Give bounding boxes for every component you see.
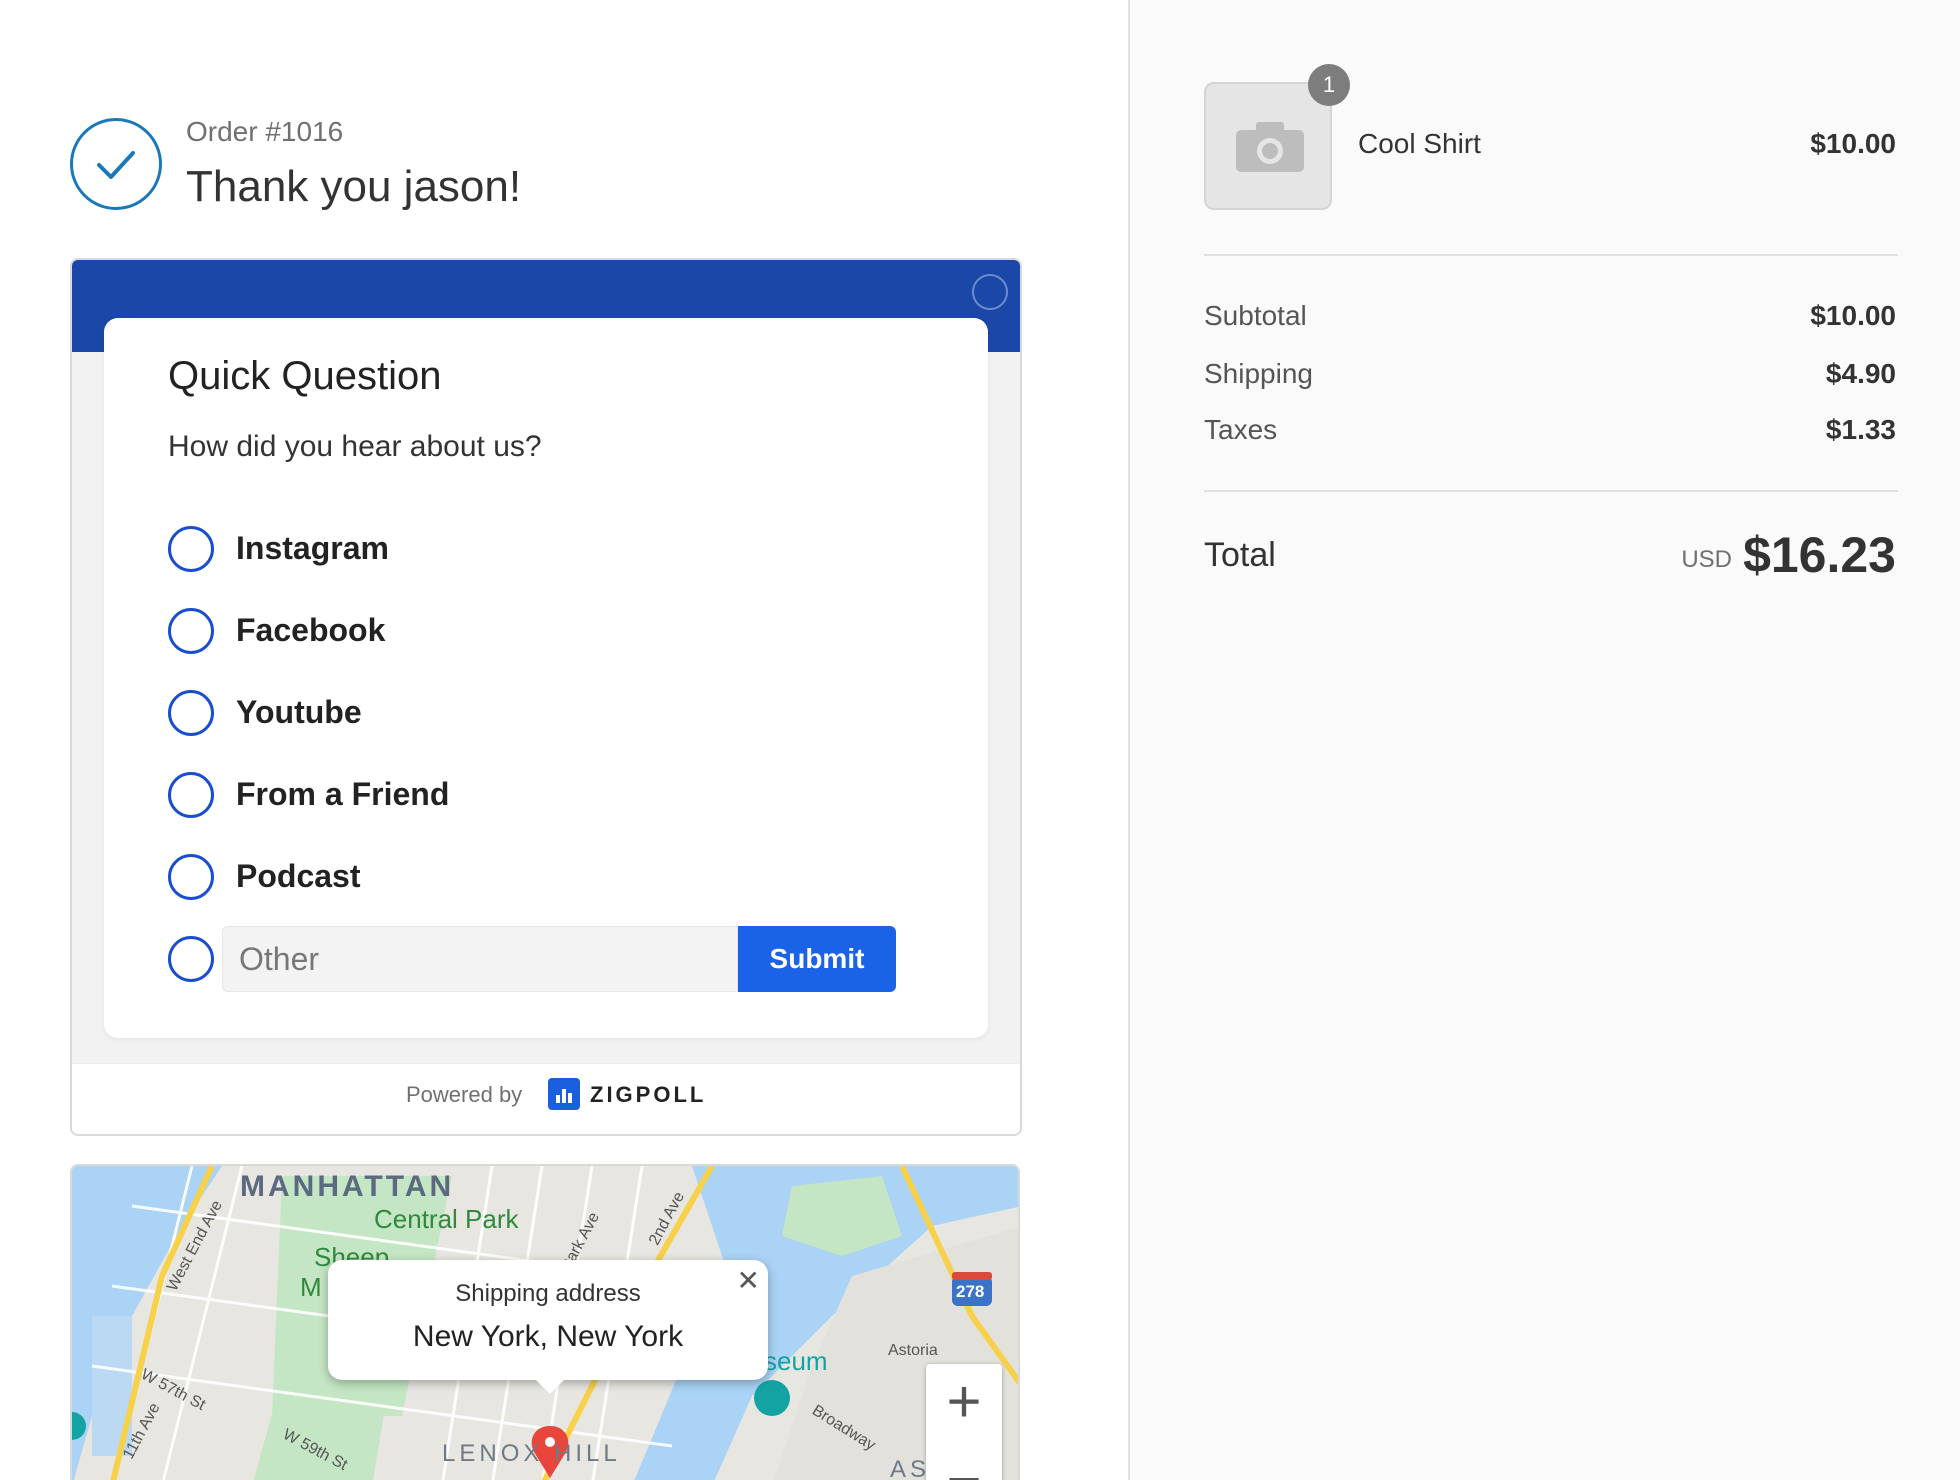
product-thumbnail (1204, 82, 1332, 210)
product-name: Cool Shirt (1358, 128, 1481, 159)
survey-title: Quick Question (168, 354, 442, 398)
radio-button[interactable] (168, 854, 214, 900)
survey-question: How did you hear about us? (168, 430, 542, 463)
popup-title: Shipping address (455, 1280, 641, 1307)
submit-button[interactable]: Submit (738, 926, 896, 992)
camera-icon (1236, 122, 1304, 172)
map-info-popup: Shipping address New York, New York ✕ (328, 1260, 768, 1394)
radio-button[interactable] (168, 608, 214, 654)
option-other: Submit (168, 926, 928, 992)
other-input[interactable] (222, 926, 738, 992)
check-icon (70, 118, 162, 210)
option-instagram[interactable]: Instagram (168, 526, 928, 572)
map-label-manhattan: MANHATTAN (240, 1170, 455, 1203)
zigpoll-brand[interactable]: ZIGPOLL (590, 1082, 706, 1108)
order-summary-sidebar: 1 Cool Shirt $10.00 Subtotal $10.00 Ship… (1128, 0, 1960, 1480)
map-zoom-controls: + − (926, 1364, 1002, 1480)
map-label-museum: seum (764, 1346, 828, 1376)
subtotal-label: Subtotal (1204, 300, 1307, 331)
option-youtube[interactable]: Youtube (168, 690, 928, 736)
map-label-astoria-area: AS (890, 1456, 931, 1480)
close-icon[interactable]: ✕ (737, 1264, 760, 1297)
map-label-central-park: Central Park (374, 1204, 519, 1234)
main-content: Order #1016 Thank you jason! Quick Quest… (0, 0, 1128, 1480)
divider (1204, 254, 1898, 256)
radio-button[interactable] (168, 526, 214, 572)
total-label: Total (1204, 536, 1276, 574)
quantity-badge: 1 (1308, 64, 1350, 106)
survey-close-button[interactable] (972, 274, 1008, 310)
radio-button[interactable] (168, 690, 214, 736)
option-podcast[interactable]: Podcast (168, 854, 928, 900)
taxes-value: $1.33 (1825, 414, 1896, 445)
survey-footer: Powered by ZIGPOLL (72, 1063, 1020, 1134)
subtotal-value: $10.00 (1810, 300, 1896, 331)
option-facebook[interactable]: Facebook (168, 608, 928, 654)
radio-button[interactable] (168, 936, 214, 982)
taxes-label: Taxes (1204, 414, 1278, 445)
map-label-astoria: Astoria (888, 1342, 938, 1359)
map-label-meadow: M (300, 1272, 322, 1302)
popup-address: New York, New York (412, 1320, 684, 1353)
shipping-map[interactable]: MANHATTAN Central Park Sheep M LENOX HIL… (70, 1164, 1020, 1480)
thank-you-heading: Thank you jason! (186, 162, 522, 211)
product-price: $10.00 (1810, 128, 1896, 159)
radio-button[interactable] (168, 772, 214, 818)
survey-card: Quick Question How did you hear about us… (104, 318, 988, 1038)
divider (1204, 490, 1898, 492)
zoom-out-button[interactable]: − (926, 1442, 1002, 1480)
zoom-in-button[interactable]: + (926, 1364, 1002, 1440)
currency-code: USD (1681, 546, 1732, 573)
total-value: $16.23 (1743, 527, 1896, 583)
option-label: Youtube (236, 694, 362, 730)
zigpoll-logo-icon (548, 1078, 580, 1110)
option-label: From a Friend (236, 776, 450, 812)
survey-widget: Quick Question How did you hear about us… (70, 258, 1022, 1136)
option-from-a-friend[interactable]: From a Friend (168, 772, 928, 818)
option-label: Facebook (236, 612, 386, 648)
map-label-lenox-hill: LENOX HILL (442, 1440, 621, 1467)
shipping-value: $4.90 (1825, 358, 1896, 389)
powered-by-text: Powered by (406, 1082, 523, 1107)
order-number: Order #1016 (186, 116, 344, 147)
shipping-label: Shipping (1204, 358, 1313, 389)
map-label-highway: 278 (956, 1282, 985, 1301)
option-label: Instagram (236, 530, 389, 566)
option-label: Podcast (236, 858, 361, 894)
